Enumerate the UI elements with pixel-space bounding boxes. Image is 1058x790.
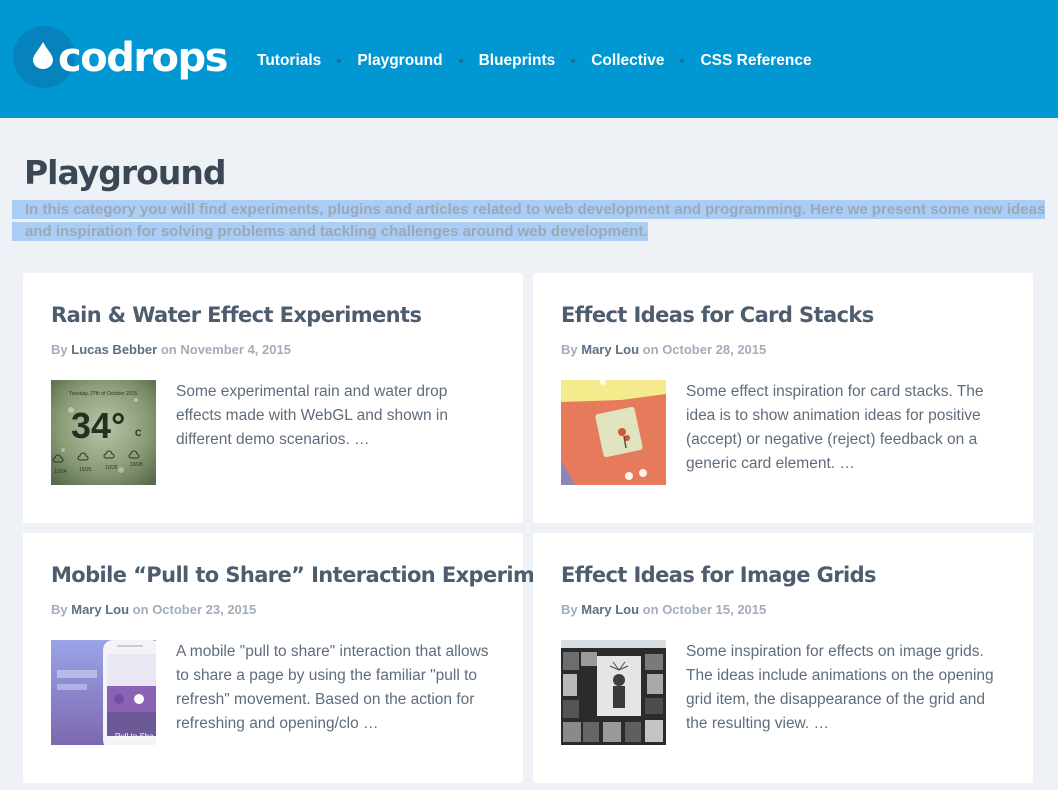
article-thumbnail-weather[interactable]: Tuesday, 27th of October 2015 34° C 10/2… bbox=[51, 380, 156, 485]
on-label: on bbox=[132, 602, 149, 617]
selected-intro-text: In this category you will find experimen… bbox=[12, 200, 1046, 241]
article-date: October 23, 2015 bbox=[152, 602, 257, 617]
thumb-day-2: 10/25 bbox=[79, 467, 92, 473]
article-date: November 4, 2015 bbox=[180, 342, 291, 357]
article-excerpt: Some experimental rain and water drop ef… bbox=[176, 383, 448, 448]
thumb-caption: Pull to Sha bbox=[115, 732, 154, 741]
nav-separator bbox=[458, 59, 463, 63]
article-meta: By Mary Lou on October 15, 2015 bbox=[561, 602, 766, 617]
article-author[interactable]: Mary Lou bbox=[71, 602, 129, 617]
on-label: on bbox=[160, 342, 177, 357]
thumb-day-1: 10/24 bbox=[54, 469, 67, 475]
article-excerpt: Some effect inspiration for card stacks.… bbox=[686, 383, 984, 472]
page-title: Playground bbox=[24, 153, 226, 192]
article-date: October 28, 2015 bbox=[662, 342, 767, 357]
article-excerpt: A mobile "pull to share" interaction tha… bbox=[176, 643, 489, 732]
article-title[interactable]: Rain & Water Effect Experiments bbox=[51, 299, 511, 331]
by-label: By bbox=[51, 602, 68, 617]
by-label: By bbox=[561, 342, 578, 357]
nav-separator bbox=[680, 59, 685, 63]
article-meta: By Lucas Bebber on November 4, 2015 bbox=[51, 342, 291, 357]
nav-playground[interactable]: Playground bbox=[357, 52, 442, 70]
article-excerpt: Some inspiration for effects on image gr… bbox=[686, 643, 994, 732]
thumb-day-4: 10/28 bbox=[130, 462, 143, 468]
on-label: on bbox=[642, 602, 659, 617]
thumb-day-3: 10/26 bbox=[105, 465, 118, 471]
article-card-pull-to-share: Mobile “Pull to Share” Interaction Exper… bbox=[23, 533, 572, 783]
article-author[interactable]: Mary Lou bbox=[581, 342, 639, 357]
thumb-temperature: 34° bbox=[71, 405, 125, 446]
article-thumbnail-phone[interactable]: Pull to Sha bbox=[51, 640, 156, 745]
by-label: By bbox=[561, 602, 578, 617]
main-nav: Tutorials Playground Blueprints Collecti… bbox=[257, 50, 812, 72]
article-title[interactable]: Effect Ideas for Card Stacks bbox=[561, 299, 1021, 331]
article-title[interactable]: Mobile “Pull to Share” Interaction Exper… bbox=[51, 559, 572, 591]
article-thumbnail-card-stack[interactable] bbox=[561, 380, 666, 485]
site-header: codrops Tutorials Playground Blueprints … bbox=[0, 0, 1058, 118]
article-title[interactable]: Effect Ideas for Image Grids bbox=[561, 559, 1021, 591]
nav-separator bbox=[571, 59, 576, 63]
nav-collective[interactable]: Collective bbox=[591, 52, 664, 70]
article-card-card-stacks: Effect Ideas for Card Stacks By Mary Lou… bbox=[533, 273, 1033, 523]
thumb-unit: C bbox=[135, 428, 142, 438]
article-thumbnail-image-grid[interactable] bbox=[561, 640, 666, 745]
nav-tutorials[interactable]: Tutorials bbox=[257, 52, 321, 70]
article-meta: By Mary Lou on October 23, 2015 bbox=[51, 602, 256, 617]
category-description: In this category you will find experimen… bbox=[12, 199, 1058, 243]
water-drop-icon bbox=[33, 42, 53, 69]
article-meta: By Mary Lou on October 28, 2015 bbox=[561, 342, 766, 357]
by-label: By bbox=[51, 342, 68, 357]
on-label: on bbox=[642, 342, 659, 357]
article-author[interactable]: Lucas Bebber bbox=[71, 342, 157, 357]
logo-text[interactable]: codrops bbox=[58, 34, 228, 82]
thumb-date-line: Tuesday, 27th of October 2015 bbox=[69, 391, 138, 397]
nav-css-reference[interactable]: CSS Reference bbox=[700, 52, 811, 70]
article-card-rain-water: Rain & Water Effect Experiments By Lucas… bbox=[23, 273, 523, 523]
nav-blueprints[interactable]: Blueprints bbox=[479, 52, 556, 70]
nav-separator bbox=[337, 59, 342, 63]
article-date: October 15, 2015 bbox=[662, 602, 767, 617]
article-author[interactable]: Mary Lou bbox=[581, 602, 639, 617]
article-card-image-grids: Effect Ideas for Image Grids By Mary Lou… bbox=[533, 533, 1033, 783]
